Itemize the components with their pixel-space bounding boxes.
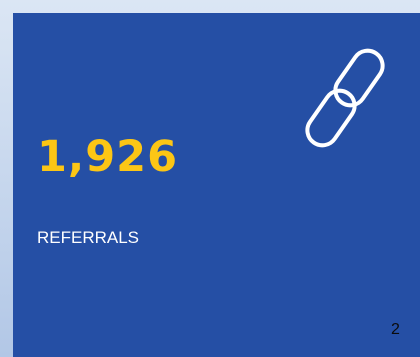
page-number: 2 xyxy=(391,321,400,338)
stat-label: REFERRALS xyxy=(37,228,140,247)
stat-value: 1,926 xyxy=(37,132,179,182)
stat-card: 1,926 REFERRALS 2 xyxy=(13,13,420,357)
link-icon xyxy=(295,33,395,173)
